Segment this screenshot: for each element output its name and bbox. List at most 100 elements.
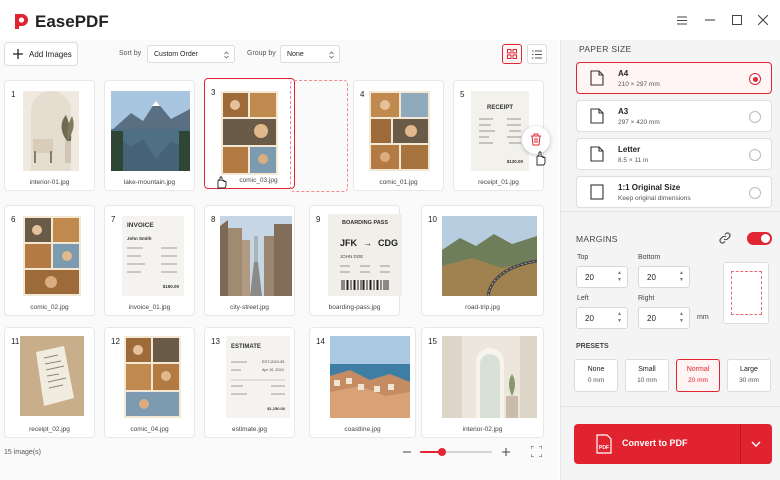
margin-left-input[interactable]: 20 ▲ ▼ xyxy=(576,307,628,329)
estimate-title: ESTIMATE xyxy=(231,344,261,350)
preset-value: 10 mm xyxy=(637,377,657,384)
image-number: 11 xyxy=(11,337,20,346)
zoom-in-icon[interactable] xyxy=(502,448,510,456)
image-number: 10 xyxy=(428,215,437,224)
image-thumbnail xyxy=(23,216,81,296)
margin-bottom-input[interactable]: 20 ▲ ▼ xyxy=(638,266,690,288)
image-thumbnail: RECEIPT $130.00 xyxy=(471,91,529,171)
image-card[interactable]: 10 road-trip.jpg xyxy=(421,205,544,316)
chevron-down-icon[interactable] xyxy=(751,441,761,447)
zoom-slider-handle[interactable] xyxy=(437,448,446,456)
boarding-title: BOARDING PASS xyxy=(341,220,389,226)
zoom-slider[interactable] xyxy=(420,448,492,456)
menu-button[interactable] xyxy=(672,10,692,30)
image-count: 15 image(s) xyxy=(4,449,41,456)
stepper-arrows-icon[interactable]: ▲ ▼ xyxy=(617,311,622,325)
margin-bottom-label: Bottom xyxy=(638,254,661,261)
image-card[interactable]: 6 comic_02.jpg xyxy=(4,205,95,316)
pdf-file-icon: PDF xyxy=(596,434,612,454)
presets-title: PRESETS xyxy=(576,343,609,350)
add-images-button[interactable]: Add Images xyxy=(4,42,78,66)
group-by-select[interactable]: None xyxy=(280,45,340,63)
margin-right-label: Right xyxy=(638,295,655,302)
preset-0[interactable]: None 0 mm xyxy=(574,359,618,392)
image-filename: comic_02.jpg xyxy=(30,304,69,311)
radio-button[interactable] xyxy=(749,111,761,123)
image-card[interactable]: 15 interior-02.jpg xyxy=(421,327,544,438)
margin-right-input[interactable]: 20 ▲ ▼ xyxy=(638,307,690,329)
sort-by-label: Sort by xyxy=(119,50,142,57)
paper-size-option[interactable]: 1:1 Original Size Keep original dimension… xyxy=(576,176,772,208)
maximize-button[interactable] xyxy=(727,10,747,30)
image-filename: invoice_01.jpg xyxy=(128,304,171,311)
paper-size-option[interactable]: A4 210 × 297 mm xyxy=(576,62,772,94)
image-card[interactable]: 1 interior-01.jpg xyxy=(4,80,95,191)
image-filename: comic_04.jpg xyxy=(130,426,169,433)
margin-left-label: Left xyxy=(577,295,589,302)
close-button[interactable] xyxy=(753,10,773,30)
invoice-total: $150.00 xyxy=(162,284,179,289)
image-filename: interior-01.jpg xyxy=(29,179,70,186)
preset-name: Normal xyxy=(686,366,710,373)
image-card[interactable]: 8 city-street.jpg xyxy=(204,205,295,316)
sort-by-select[interactable]: Custom Order xyxy=(147,45,235,63)
image-card[interactable]: 2 lake-mountain.jpg xyxy=(104,80,195,191)
list-view-icon xyxy=(532,50,542,58)
image-thumbnail: ESTIMATE EST-2024-35 Apr 10, 2024 $1,150… xyxy=(226,336,290,418)
status-bar: 15 image(s) xyxy=(0,440,558,480)
radio-button[interactable] xyxy=(749,187,761,199)
preset-2[interactable]: Normal 20 mm xyxy=(676,359,720,392)
radio-button[interactable] xyxy=(749,149,761,161)
stepper-arrows-icon[interactable]: ▲ ▼ xyxy=(679,270,684,284)
stepper-arrows-icon[interactable]: ▲ ▼ xyxy=(617,270,622,284)
image-filename: road-trip.jpg xyxy=(465,304,500,311)
app-title: EasePDF xyxy=(35,12,109,31)
image-filename: interior-02.jpg xyxy=(462,426,503,433)
image-number: 1 xyxy=(11,90,16,99)
image-thumbnail: INVOICE John Smith $150.00 xyxy=(122,216,184,296)
margin-top-input[interactable]: 20 ▲ ▼ xyxy=(576,266,628,288)
image-card[interactable]: 13 ESTIMATE EST-2024-35 Apr 10, 2024 $1,… xyxy=(204,327,295,438)
paper-size-option[interactable]: A3 297 × 420 mm xyxy=(576,100,772,132)
convert-label: Convert to PDF xyxy=(622,438,688,448)
margins-toggle[interactable] xyxy=(747,232,772,245)
invoice-title: INVOICE xyxy=(127,222,154,229)
image-thumbnail xyxy=(124,336,181,418)
image-card[interactable]: 7 INVOICE John Smith $150.00 invoice_01.… xyxy=(104,205,195,316)
radio-button[interactable] xyxy=(749,73,761,85)
list-view-button[interactable] xyxy=(527,44,547,64)
stepper-arrows-icon[interactable]: ▲ ▼ xyxy=(679,311,684,325)
image-thumbnail: BOARDING PASS JFK → CDG JOHN DOE xyxy=(328,214,402,296)
sort-by-value: Custom Order xyxy=(154,50,198,58)
drop-placeholder xyxy=(290,80,348,192)
image-card[interactable]: 4 comic_01.jpg xyxy=(353,80,444,191)
image-thumbnail xyxy=(442,336,537,418)
square-page-icon xyxy=(590,184,604,200)
group-by-label: Group by xyxy=(247,50,276,57)
app-logo-icon xyxy=(15,14,28,29)
preset-3[interactable]: Large 30 mm xyxy=(727,359,771,392)
image-number: 8 xyxy=(211,215,216,224)
zoom-out-icon[interactable] xyxy=(403,451,411,453)
preset-1[interactable]: Small 10 mm xyxy=(625,359,669,392)
grid-view-button[interactable] xyxy=(502,44,522,64)
image-card[interactable]: 12 comic_04.jpg xyxy=(104,327,195,438)
toolbar: Add Images Sort by Custom Order Group by… xyxy=(0,40,558,72)
fullscreen-icon[interactable] xyxy=(531,446,542,457)
link-icon[interactable] xyxy=(719,232,731,244)
image-card[interactable]: 9 BOARDING PASS JFK → CDG JOHN DOE board… xyxy=(309,205,402,316)
convert-to-pdf-button[interactable]: PDF Convert to PDF xyxy=(574,424,772,464)
image-number: 15 xyxy=(428,337,437,346)
margin-right-value: 20 xyxy=(647,314,656,323)
image-card[interactable]: 14 coastline.jpg xyxy=(309,327,416,438)
trash-icon xyxy=(531,133,541,146)
preset-name: None xyxy=(587,366,605,373)
minimize-button[interactable] xyxy=(700,10,720,30)
image-workspace: Add Images Sort by Custom Order Group by… xyxy=(0,40,558,480)
svg-text:PDF: PDF xyxy=(599,445,609,451)
image-card[interactable]: 11 receipt_02.jpg xyxy=(4,327,95,438)
image-thumbnail xyxy=(20,336,84,416)
split-divider xyxy=(740,424,741,464)
paper-size-option[interactable]: Letter 8.5 × 11 in xyxy=(576,138,772,170)
image-card-selected[interactable]: 3 comic_03.jpg xyxy=(204,78,295,189)
